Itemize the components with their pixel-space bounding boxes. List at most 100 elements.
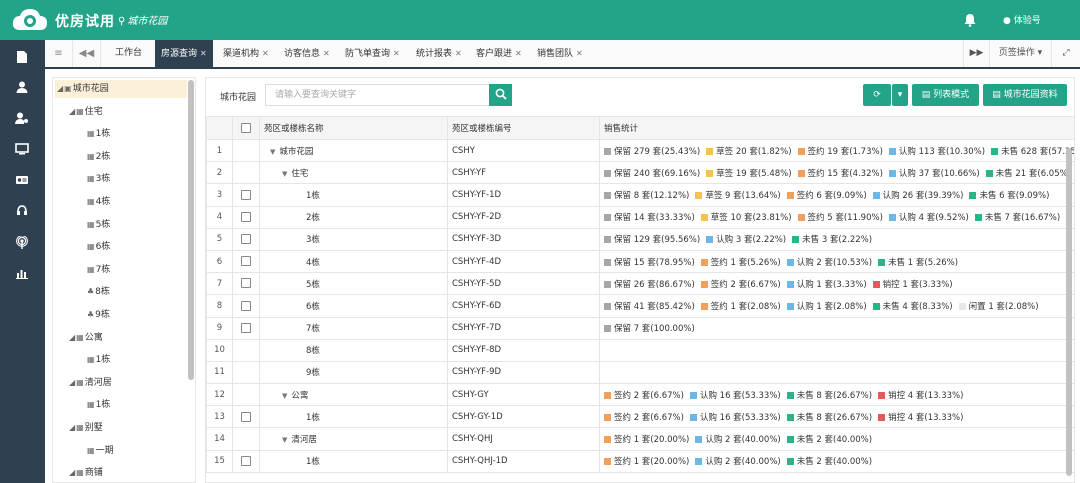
tab[interactable]: 访客信息 ✕: [278, 40, 336, 67]
tree-node[interactable]: ▦4栋: [87, 193, 110, 211]
table-row[interactable]: 4 2栋 CSHY-YF-2D 保留 14 套(33.33%) 草签 10 套(23.8…: [206, 205, 1074, 229]
tree-node[interactable]: ▦3栋: [87, 170, 110, 188]
row-checkbox-cell[interactable]: [232, 405, 260, 429]
table-row[interactable]: 5 3栋 CSHY-YF-3D 保留 129 套(95.56%) 认购 3 套(2.22…: [206, 227, 1074, 251]
row-checkbox[interactable]: [241, 211, 251, 222]
tree-node[interactable]: ◢▦商铺: [69, 464, 103, 482]
tree-node[interactable]: ▦6栋: [87, 238, 110, 256]
tree-node[interactable]: ▦1栋: [87, 396, 110, 414]
select-all-checkbox[interactable]: [241, 122, 251, 133]
table-row[interactable]: 14 ▼ 清河居 CSHY-QHJ 签约 1 套(20.00%) 认购 2 套(40.00…: [206, 427, 1074, 451]
tree-expanded-icon[interactable]: ◢: [69, 374, 75, 392]
user-menu[interactable]: ● 体验号: [1003, 13, 1041, 26]
headset-icon[interactable]: [12, 205, 32, 221]
table-row[interactable]: 10 8栋 CSHY-YF-8D: [206, 338, 1074, 362]
page-ops-dropdown[interactable]: 页签操作 ▾: [989, 40, 1051, 67]
tree-node[interactable]: ◢▦别墅: [69, 419, 103, 437]
tree-node[interactable]: ◢▣城市花园: [55, 80, 187, 98]
monitor-icon[interactable]: [12, 143, 32, 159]
row-checkbox[interactable]: [241, 300, 251, 311]
column-header-name[interactable]: 苑区或楼栋名称: [259, 116, 448, 140]
table-row[interactable]: 11 9栋 CSHY-YF-9D: [206, 360, 1074, 385]
table-row[interactable]: 7 5栋 CSHY-YF-5D 保留 26 套(86.67%) 签约 2 套(6.67%…: [206, 272, 1074, 296]
row-checkbox-cell[interactable]: [232, 294, 260, 318]
refresh-button[interactable]: ⟳: [863, 84, 891, 106]
row-checkbox[interactable]: [241, 189, 251, 200]
table-row[interactable]: 9 7栋 CSHY-YF-7D 保留 7 套(100.00%): [206, 316, 1074, 340]
tree-node[interactable]: ♣9栋: [87, 306, 110, 324]
tab[interactable]: 客户跟进 ✕: [470, 40, 528, 67]
row-collapse-icon[interactable]: ▼: [270, 148, 275, 156]
row-checkbox-cell[interactable]: [232, 316, 260, 340]
id-card-icon[interactable]: [12, 174, 32, 190]
tree-expanded-icon[interactable]: ◢: [69, 329, 75, 347]
tree-node[interactable]: ♣8栋: [87, 283, 110, 301]
tree-expanded-icon[interactable]: ◢: [69, 419, 75, 437]
tree-node[interactable]: ◢▦住宅: [69, 103, 103, 121]
broadcast-icon[interactable]: [12, 235, 32, 252]
row-checkbox-cell[interactable]: [232, 183, 260, 207]
tree-node[interactable]: ▦一期: [87, 442, 114, 460]
tree-node[interactable]: ▦1栋: [87, 351, 110, 369]
close-icon[interactable]: ✕: [262, 49, 269, 58]
estate-info-button[interactable]: ▤ 城市花园资料: [983, 84, 1067, 106]
row-collapse-icon[interactable]: ▼: [282, 392, 287, 400]
search-input[interactable]: [265, 84, 490, 106]
tree-scrollbar[interactable]: [188, 80, 194, 380]
table-row[interactable]: 3 1栋 CSHY-YF-1D 保留 8 套(12.12%) 草签 9 套(13.64%…: [206, 183, 1074, 207]
row-checkbox[interactable]: [241, 278, 251, 289]
row-checkbox[interactable]: [241, 455, 251, 466]
tab[interactable]: 统计报表 ✕: [410, 40, 468, 67]
menu-toggle-icon[interactable]: ≡: [45, 40, 73, 67]
user-settings-icon[interactable]: [12, 112, 32, 128]
close-icon[interactable]: ✕: [393, 49, 400, 58]
table-row[interactable]: 13 1栋 CSHY-GY-1D 签约 2 套(6.67%) 认购 16 套(53.33…: [206, 405, 1074, 429]
tree-expanded-icon[interactable]: ◢: [69, 464, 75, 482]
close-icon[interactable]: ✕: [323, 49, 330, 58]
table-row[interactable]: 2 ▼ 住宅 CSHY-YF 保留 240 套(69.16%) 草签 19 套(5.48%…: [206, 161, 1074, 185]
table-row[interactable]: 15 1栋 CSHY-QHJ-1D 签约 1 套(20.00%) 认购 2 套(40.0…: [206, 449, 1074, 473]
row-checkbox-cell[interactable]: [232, 227, 260, 251]
table-row[interactable]: 1 ▼ 城市花园 CSHY 保留 279 套(25.43%) 草签 20 套(1.82%)…: [206, 138, 1074, 163]
table-row[interactable]: 12 ▼ 公寓 CSHY-GY 签约 2 套(6.67%) 认购 16 套(53.33%)…: [206, 383, 1074, 407]
tree-node[interactable]: ▦1栋: [87, 125, 110, 143]
file-icon[interactable]: [12, 50, 32, 66]
user-icon[interactable]: [12, 81, 32, 97]
tab-home[interactable]: 工作台: [109, 40, 148, 67]
tree-node[interactable]: ◢▦公寓: [69, 329, 103, 347]
bell-icon[interactable]: [963, 13, 977, 27]
scroll-left-icon[interactable]: ◀◀: [73, 40, 101, 67]
tree-node[interactable]: ▦7栋: [87, 261, 110, 279]
row-checkbox-cell[interactable]: [232, 449, 260, 473]
close-icon[interactable]: ✕: [576, 49, 583, 58]
select-all-checkbox-cell[interactable]: [232, 116, 260, 140]
row-checkbox[interactable]: [241, 234, 251, 245]
row-collapse-icon[interactable]: ▼: [282, 436, 287, 444]
column-header-code[interactable]: 苑区或楼栋编号: [447, 116, 600, 140]
row-checkbox-cell[interactable]: [232, 272, 260, 296]
tree-node[interactable]: ◢▦清河居: [69, 374, 112, 392]
table-scrollbar[interactable]: [1066, 148, 1072, 476]
row-checkbox[interactable]: [241, 411, 251, 422]
list-mode-button[interactable]: ▤ 列表模式: [912, 84, 979, 106]
location-switcher[interactable]: ⚲ 城市花园: [118, 12, 167, 27]
row-checkbox-cell[interactable]: [232, 205, 260, 229]
search-button[interactable]: [489, 84, 512, 106]
tree-expanded-icon[interactable]: ◢: [69, 103, 75, 121]
bar-chart-icon[interactable]: [12, 267, 32, 283]
row-checkbox-cell[interactable]: [232, 249, 260, 274]
scroll-right-icon[interactable]: ▶▶: [963, 40, 989, 67]
close-icon[interactable]: ✕: [455, 49, 462, 58]
table-row[interactable]: 8 6栋 CSHY-YF-6D 保留 41 套(85.42%) 签约 1 套(2.08%…: [206, 294, 1074, 318]
tab[interactable]: 销售团队 ✕: [531, 40, 589, 67]
row-checkbox[interactable]: [241, 256, 251, 267]
tree-expanded-icon[interactable]: ◢: [57, 80, 63, 98]
tab[interactable]: 渠道机构 ✕: [217, 40, 275, 67]
fullscreen-icon[interactable]: ⤢: [1051, 40, 1080, 67]
tree-node[interactable]: ▦5栋: [87, 216, 110, 234]
close-icon[interactable]: ✕: [200, 49, 207, 58]
tab[interactable]: 防飞单查询 ✕: [339, 40, 406, 67]
close-icon[interactable]: ✕: [515, 49, 522, 58]
column-header-stats[interactable]: 销售统计: [599, 116, 1074, 140]
table-row[interactable]: 6 4栋 CSHY-YF-4D 保留 15 套(78.95%) 签约 1 套(5.26%…: [206, 249, 1074, 274]
